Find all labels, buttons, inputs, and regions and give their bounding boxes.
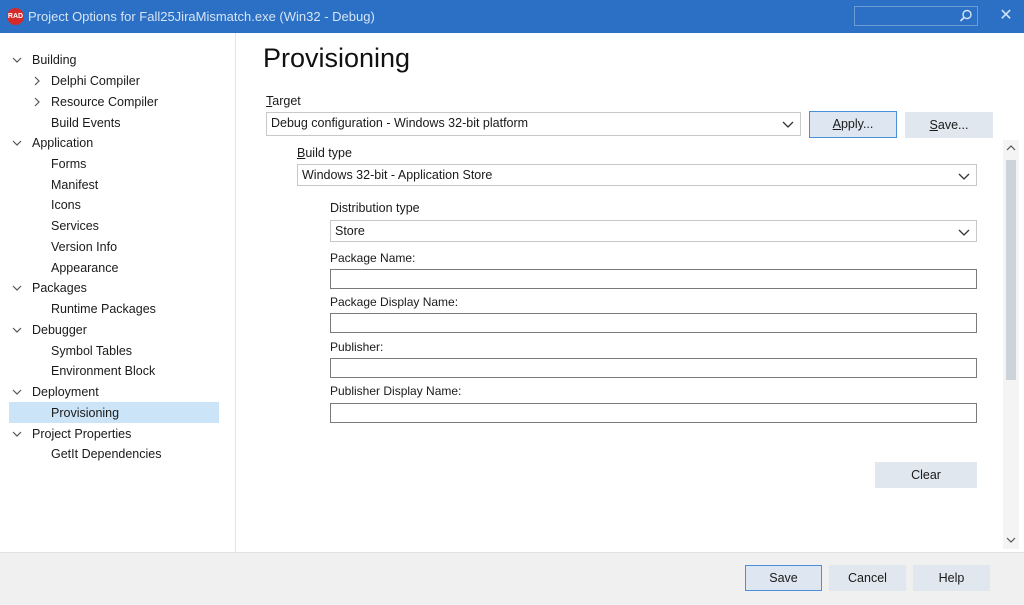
provisioning-panel: Provisioning Target Debug configuration … <box>236 33 1024 552</box>
scrollbar-thumb[interactable] <box>1006 160 1016 380</box>
target-label: Target <box>266 94 301 108</box>
cancel-button[interactable]: Cancel <box>829 565 906 591</box>
tree-item-label: Forms <box>51 157 87 171</box>
tree-item-forms[interactable]: Forms <box>51 154 86 174</box>
tree-item-manifest[interactable]: Manifest <box>51 175 98 195</box>
chevron-right-icon[interactable] <box>32 76 42 86</box>
page-title: Provisioning <box>263 43 411 73</box>
chevron-down-icon[interactable] <box>12 283 22 293</box>
scroll-up-icon[interactable] <box>1006 144 1016 152</box>
tree-item-label: Symbol Tables <box>51 344 133 358</box>
chevron-down-icon <box>782 121 794 128</box>
build-type-value: Windows 32-bit - Application Store <box>302 168 493 182</box>
apply-button[interactable]: Apply... <box>809 111 897 138</box>
tree-item-label: Services <box>51 219 99 233</box>
distribution-type-value: Store <box>335 224 365 238</box>
tree-item-services[interactable]: Services <box>51 216 99 236</box>
tree-item-label: Resource Compiler <box>51 95 158 109</box>
tree-item-label: Delphi Compiler <box>51 74 140 88</box>
close-icon[interactable]: ✕ <box>996 6 1016 26</box>
chevron-down-icon[interactable] <box>12 429 22 439</box>
save-target-button[interactable]: Save... <box>905 112 993 138</box>
scroll-down-icon[interactable] <box>1006 536 1016 544</box>
tree-item-label: Provisioning <box>51 406 120 420</box>
tree-item-appearance[interactable]: Appearance <box>51 258 118 278</box>
publisher-field[interactable] <box>330 358 977 378</box>
chevron-down-icon[interactable] <box>12 325 22 335</box>
distribution-type-label: Distribution type <box>330 201 420 215</box>
chevron-down-icon[interactable] <box>12 387 22 397</box>
package-name-label: Package Name: <box>330 251 416 265</box>
tree-item-getit-dependencies[interactable]: GetIt Dependencies <box>51 444 162 464</box>
chevron-down-icon[interactable] <box>12 55 22 65</box>
rad-studio-logo-icon: RAD <box>7 8 24 25</box>
tree-item-label: Build Events <box>51 116 121 130</box>
tree-item-label: Building <box>32 53 77 67</box>
target-combobox[interactable]: Debug configuration - Windows 32-bit pla… <box>266 112 801 136</box>
chevron-right-icon[interactable] <box>32 97 42 107</box>
clear-button[interactable]: Clear <box>875 462 977 488</box>
tree-item-label: Manifest <box>51 178 99 192</box>
package-display-name-label: Package Display Name: <box>330 295 459 309</box>
publisher-label: Publisher: <box>330 340 384 354</box>
window-title: Project Options for Fall25JiraMismatch.e… <box>28 9 375 24</box>
build-type-combobox[interactable]: Windows 32-bit - Application Store <box>297 164 977 186</box>
publisher-display-name-field[interactable] <box>330 403 977 423</box>
chevron-down-icon <box>958 229 970 236</box>
tree-item-provisioning[interactable]: Provisioning <box>51 403 119 423</box>
tree-item-runtime-packages[interactable]: Runtime Packages <box>51 299 156 319</box>
tree-item-label: Project Properties <box>32 427 132 441</box>
tree-item-label: Version Info <box>51 240 118 254</box>
build-type-label: Build type <box>297 146 352 160</box>
options-search-input[interactable] <box>854 6 978 26</box>
tree-item-label: Debugger <box>32 323 87 337</box>
options-tree: Building Delphi Compiler Resource Compil… <box>0 33 236 552</box>
tree-item-icons[interactable]: Icons <box>51 195 81 215</box>
tree-item-version-info[interactable]: Version Info <box>51 237 117 257</box>
tree-item-label: Application <box>32 136 94 150</box>
tree-item-label: Icons <box>51 198 81 212</box>
publisher-display-name-label: Publisher Display Name: <box>330 384 462 398</box>
dialog-footer: Save Cancel Help <box>0 552 1024 605</box>
tree-item-label: Deployment <box>32 385 99 399</box>
title-bar: RAD Project Options for Fall25JiraMismat… <box>0 0 1024 33</box>
tree-item-symbol-tables[interactable]: Symbol Tables <box>51 341 132 361</box>
tree-item-build-events[interactable]: Build Events <box>51 113 120 133</box>
tree-item-label: Runtime Packages <box>51 302 156 316</box>
package-name-field[interactable] <box>330 269 977 289</box>
save-button[interactable]: Save <box>745 565 822 591</box>
search-icon <box>959 9 972 22</box>
chevron-down-icon[interactable] <box>12 138 22 148</box>
tree-item-label: GetIt Dependencies <box>51 447 162 461</box>
tree-item-label: Environment Block <box>51 364 156 378</box>
target-value: Debug configuration - Windows 32-bit pla… <box>271 116 529 130</box>
package-display-name-field[interactable] <box>330 313 977 333</box>
tree-item-label: Appearance <box>51 261 119 275</box>
tree-item-label: Packages <box>32 281 87 295</box>
distribution-type-combobox[interactable]: Store <box>330 220 977 242</box>
chevron-down-icon <box>958 173 970 180</box>
vertical-scrollbar[interactable] <box>1003 140 1019 549</box>
tree-item-environment-block[interactable]: Environment Block <box>51 361 155 381</box>
help-button[interactable]: Help <box>913 565 990 591</box>
